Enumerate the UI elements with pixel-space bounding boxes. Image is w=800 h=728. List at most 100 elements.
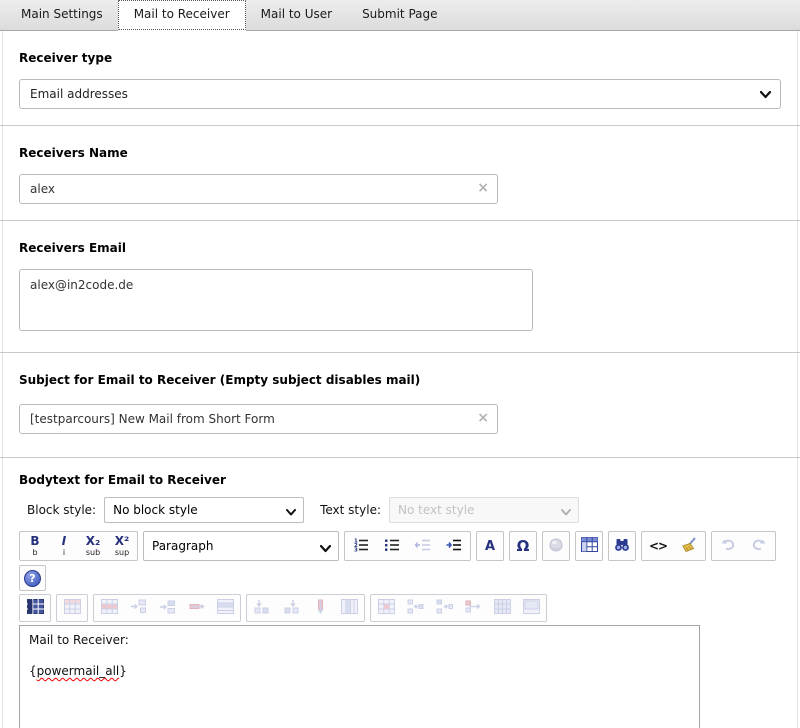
text-color-button[interactable]: A: [476, 531, 504, 561]
column-insert-before-icon: [254, 599, 271, 617]
section-subject: Subject for Email to Receiver (Empty sub…: [3, 353, 797, 457]
indent-icon: [446, 537, 462, 556]
section-receiver-type: Receiver type Email addresses: [3, 31, 797, 125]
bold-icon: B: [30, 535, 39, 548]
find-replace-button[interactable]: [608, 531, 636, 561]
cell-insert-before-button[interactable]: [404, 596, 426, 620]
receivers-email-label: Receivers Email: [19, 241, 781, 255]
outdent-button[interactable]: [412, 534, 434, 558]
table-dark-icon: [27, 599, 44, 617]
subscript-icon: X₂: [86, 535, 101, 548]
column-delete-button[interactable]: [309, 596, 331, 620]
column-insert-after-icon: [283, 599, 300, 617]
table-properties-button[interactable]: [24, 596, 46, 620]
unordered-list-icon: [384, 537, 400, 556]
column-delete-icon: [312, 599, 329, 617]
rte-help-button[interactable]: ?: [19, 565, 46, 591]
table-icon: [581, 537, 598, 555]
insert-link-button[interactable]: [542, 531, 570, 561]
cell-split-icon: [523, 599, 540, 617]
section-bodytext: Bodytext for Email to Receiver Block sty…: [3, 458, 797, 728]
row-insert-under-button[interactable]: [156, 596, 178, 620]
tab-bar: Main Settings Mail to Receiver Mail to U…: [0, 0, 800, 31]
section-receivers-email: Receivers Email alex@in2code.de: [3, 221, 797, 352]
row-split-button[interactable]: [214, 596, 236, 620]
list-indent-group: 123: [344, 531, 471, 561]
view-source-button[interactable]: <>: [647, 534, 669, 558]
subscript-button[interactable]: X₂ sub: [83, 533, 103, 560]
tab-main-settings[interactable]: Main Settings: [6, 0, 118, 30]
broom-icon: [681, 537, 698, 556]
receivers-name-input[interactable]: [19, 174, 498, 204]
cell-properties-button[interactable]: [375, 596, 397, 620]
cell-merge-icon: [494, 599, 511, 617]
row-insert-above-button[interactable]: [127, 596, 149, 620]
column-split-button[interactable]: [338, 596, 360, 620]
tab-submit-page[interactable]: Submit Page: [347, 0, 452, 30]
column-split-icon: [341, 599, 358, 617]
undo-icon: [720, 538, 736, 555]
text-style-select[interactable]: No text style: [389, 497, 579, 523]
redo-button[interactable]: [748, 534, 770, 558]
special-character-button[interactable]: Ω: [509, 531, 537, 561]
clear-field-icon[interactable]: ×: [477, 410, 489, 426]
undo-button[interactable]: [717, 534, 739, 558]
text-style-label: Text style:: [320, 503, 381, 517]
indent-button[interactable]: [443, 534, 465, 558]
column-insert-before-button[interactable]: [251, 596, 273, 620]
text-color-icon: A: [485, 539, 495, 554]
format-button-group: B b I i X₂ sub X² sup: [19, 531, 138, 561]
column-insert-after-button[interactable]: [280, 596, 302, 620]
bodytext-label: Bodytext for Email to Receiver: [19, 473, 781, 487]
superscript-button[interactable]: X² sup: [112, 533, 132, 560]
table-restyle-group: [56, 594, 88, 622]
table-properties-group: [19, 594, 51, 622]
outdent-icon: [415, 537, 431, 556]
spellcheck-token: powermail_all: [37, 664, 120, 678]
bold-button[interactable]: B b: [25, 533, 45, 560]
column-operations-group: [246, 594, 365, 622]
row-split-icon: [217, 599, 234, 617]
help-icon: ?: [24, 570, 41, 587]
row-delete-icon: [188, 599, 205, 617]
binoculars-icon: [614, 537, 630, 556]
rte-help-row: ?: [19, 565, 781, 591]
receiver-type-select[interactable]: Email addresses: [19, 79, 781, 109]
row-operations-group: [93, 594, 241, 622]
cell-merge-button[interactable]: [491, 596, 513, 620]
cell-delete-button[interactable]: [462, 596, 484, 620]
tab-mail-to-user[interactable]: Mail to User: [246, 0, 347, 30]
row-delete-button[interactable]: [185, 596, 207, 620]
cell-split-button[interactable]: [520, 596, 542, 620]
insert-table-button[interactable]: [575, 531, 603, 561]
cell-operations-group: [370, 594, 547, 622]
row-insert-under-icon: [159, 599, 176, 617]
italic-button[interactable]: I i: [54, 533, 74, 560]
superscript-icon: X²: [115, 535, 130, 548]
block-style-label: Block style:: [27, 503, 96, 517]
clear-field-icon[interactable]: ×: [477, 180, 489, 196]
cell-insert-before-icon: [407, 599, 424, 617]
undo-redo-group: [711, 531, 776, 561]
source-code-icon: <>: [649, 539, 667, 553]
ordered-list-button[interactable]: 123: [350, 534, 372, 558]
unordered-list-button[interactable]: [381, 534, 403, 558]
editor-line: Mail to Receiver:: [29, 633, 690, 647]
block-format-select[interactable]: Paragraph: [143, 531, 339, 561]
cell-insert-after-button[interactable]: [433, 596, 455, 620]
table-pale-icon: [64, 599, 81, 617]
subject-input[interactable]: [19, 404, 498, 434]
remove-format-button[interactable]: [678, 534, 700, 558]
block-style-select[interactable]: No block style: [104, 497, 304, 523]
section-receivers-name: Receivers Name ×: [3, 126, 797, 220]
rte-toolbar-row1: B b I i X₂ sub X² sup: [19, 531, 781, 561]
rte-editor-area[interactable]: Mail to Receiver: {powermail_all}: [19, 625, 700, 728]
subject-label: Subject for Email to Receiver (Empty sub…: [19, 373, 781, 387]
receiver-type-label: Receiver type: [19, 51, 781, 65]
tab-mail-to-receiver[interactable]: Mail to Receiver: [118, 0, 246, 30]
receivers-email-textarea[interactable]: alex@in2code.de: [19, 269, 533, 331]
row-properties-button[interactable]: [98, 596, 120, 620]
table-restyle-button[interactable]: [61, 596, 83, 620]
rte-style-bar: Block style: No block style Text style: …: [27, 497, 781, 523]
italic-icon: I: [62, 535, 66, 548]
